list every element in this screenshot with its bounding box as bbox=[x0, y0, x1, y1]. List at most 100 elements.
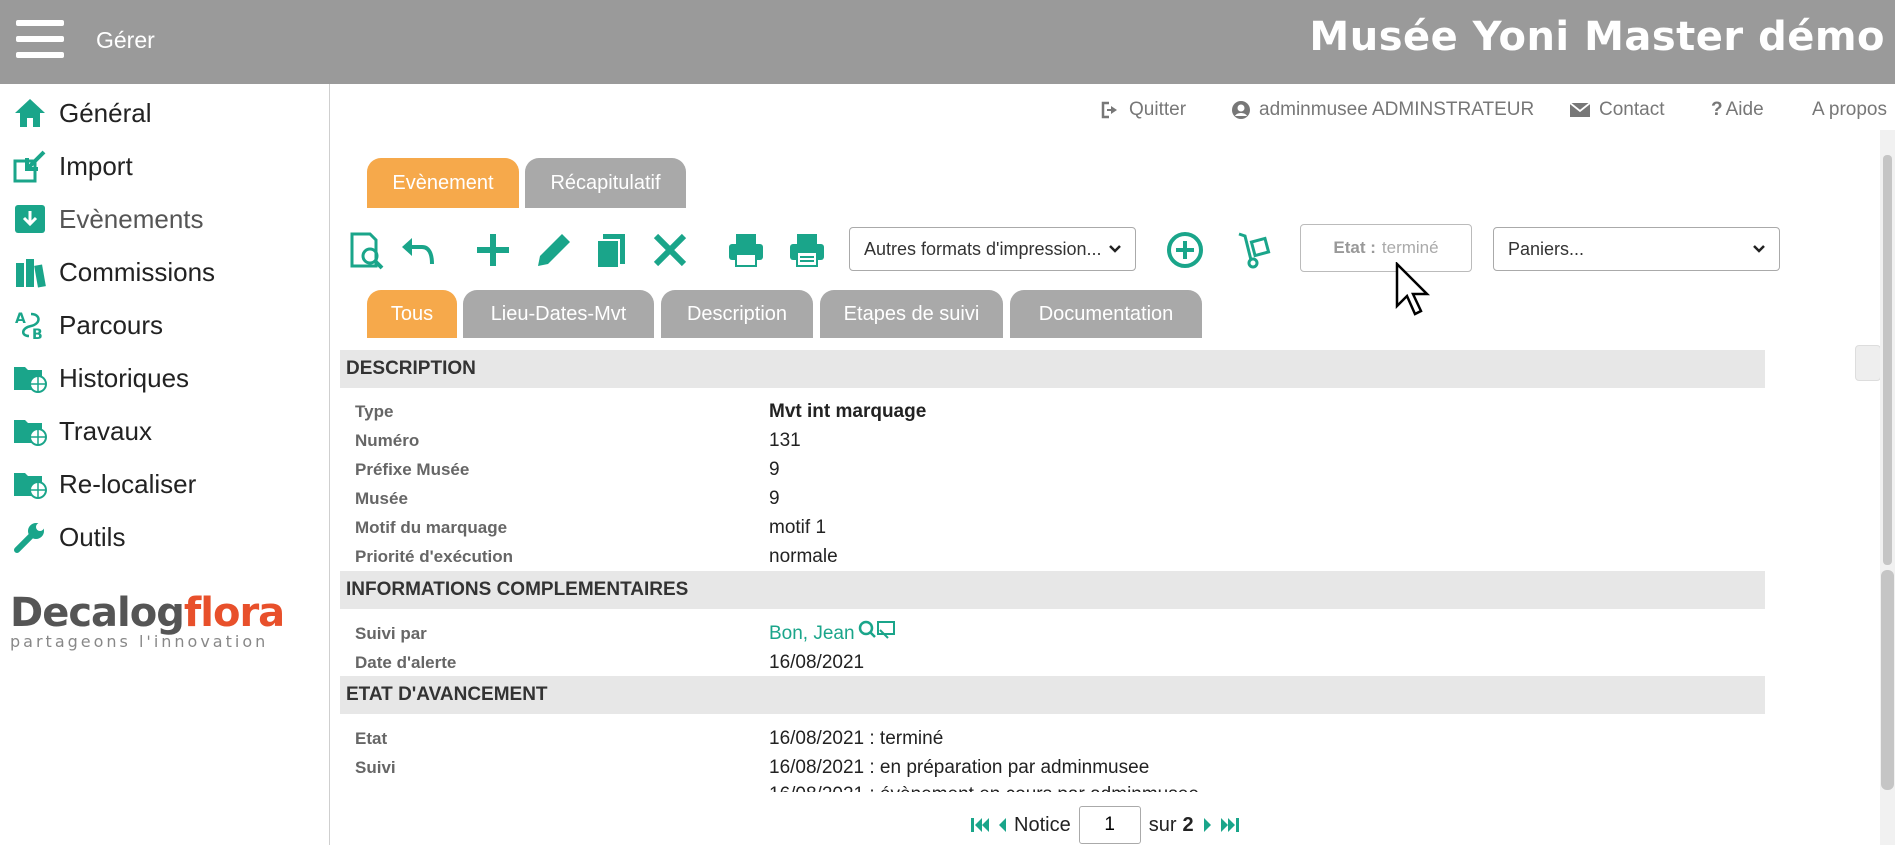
field-value-suivi: 16/08/2021 : en préparation par adminmus… bbox=[769, 757, 1150, 778]
chevron-down-icon bbox=[1753, 245, 1765, 253]
total-pages: 2 bbox=[1182, 813, 1194, 836]
print-formats-select[interactable]: Autres formats d'impression... bbox=[849, 227, 1136, 271]
contact-link[interactable]: Contact bbox=[1569, 97, 1664, 123]
sidebar-item-label: Travaux bbox=[59, 415, 152, 446]
of-label: sur bbox=[1148, 813, 1177, 836]
field-value-suivi-clipped: 16/08/2021 : évènement en cours par admi… bbox=[769, 780, 1199, 792]
user-circle-icon bbox=[1232, 101, 1250, 119]
secondary-scroll-thumb[interactable] bbox=[1881, 570, 1894, 790]
hand-truck-icon[interactable] bbox=[1233, 226, 1277, 274]
top-bar: Gérer Musée Yoni Master démo bbox=[0, 0, 1895, 84]
notice-label: Notice bbox=[1014, 813, 1071, 836]
add-icon[interactable] bbox=[471, 226, 515, 274]
etat-field: Etat : terminé bbox=[1300, 224, 1472, 272]
pagination: Notice sur 2 bbox=[970, 806, 1246, 844]
field-label-motif: Motif du marquage bbox=[355, 518, 508, 537]
sidebar-item-label: Re-localiser bbox=[59, 468, 197, 499]
vertical-scrollbar[interactable] bbox=[1880, 130, 1895, 845]
last-page-icon[interactable] bbox=[1220, 816, 1240, 834]
field-label-etat: Etat bbox=[355, 729, 388, 748]
user-link[interactable]: adminmusee ADMINSTRATEUR bbox=[1231, 97, 1534, 123]
next-page-icon[interactable] bbox=[1202, 816, 1214, 834]
undo-icon[interactable] bbox=[396, 226, 440, 274]
sidebar-item-general[interactable]: Général bbox=[0, 88, 330, 138]
delete-x-icon[interactable] bbox=[648, 226, 692, 274]
tab-evenement[interactable]: Evènement bbox=[367, 158, 519, 208]
print-icon[interactable] bbox=[724, 226, 768, 274]
field-label-type: Type bbox=[355, 402, 394, 421]
sidebar-item-outils[interactable]: Outils bbox=[0, 512, 330, 562]
first-page-icon[interactable] bbox=[970, 816, 990, 834]
section-info-header: INFORMATIONS COMPLEMENTAIRES bbox=[340, 571, 1765, 609]
sign-out-icon bbox=[1101, 101, 1117, 119]
sidebar-item-label: Historiques bbox=[59, 362, 190, 393]
sidebar-item-label: Outils bbox=[59, 521, 126, 552]
paniers-select[interactable]: Paniers... bbox=[1493, 227, 1780, 271]
page-number-input[interactable] bbox=[1078, 806, 1141, 844]
sidebar-item-parcours[interactable]: AB Parcours bbox=[0, 300, 330, 350]
sidebar-item-commissions[interactable]: Commissions bbox=[0, 247, 330, 297]
route-ab-icon: AB bbox=[11, 306, 49, 344]
mouse-cursor-icon bbox=[1395, 260, 1435, 327]
subtab-etapes-de-suivi[interactable]: Etapes de suivi bbox=[820, 290, 1003, 338]
field-label-numero: Numéro bbox=[355, 431, 420, 450]
sidebar-item-label: Parcours bbox=[59, 309, 164, 340]
wrench-icon bbox=[11, 518, 49, 556]
scrollbar-thumb[interactable] bbox=[1883, 155, 1892, 565]
field-label-suivi: Suivi bbox=[355, 758, 396, 777]
prev-page-icon[interactable] bbox=[996, 816, 1008, 834]
add-circle-icon[interactable] bbox=[1163, 226, 1207, 274]
sidebar: Général Import Evènements Commissions AB… bbox=[0, 84, 330, 845]
section-etat-header: ETAT D'AVANCEMENT bbox=[340, 676, 1765, 714]
about-link[interactable]: A propos bbox=[1812, 97, 1887, 123]
folder-globe-icon bbox=[11, 359, 49, 397]
inbox-download-icon bbox=[11, 200, 49, 238]
field-value-numero: 131 bbox=[769, 430, 801, 451]
field-value-motif: motif 1 bbox=[769, 517, 827, 538]
subtab-lieu-dates-mvt[interactable]: Lieu-Dates-Mvt bbox=[463, 290, 654, 338]
sidebar-item-label: Général bbox=[59, 97, 152, 128]
subtab-tous[interactable]: Tous bbox=[367, 290, 457, 338]
sidebar-item-travaux[interactable]: Travaux bbox=[0, 406, 330, 456]
print-list-icon[interactable] bbox=[785, 226, 829, 274]
section-description-header: DESCRIPTION bbox=[340, 350, 1765, 388]
hamburger-menu-icon[interactable] bbox=[16, 20, 64, 58]
import-icon bbox=[11, 147, 49, 185]
question-icon: ? bbox=[1711, 99, 1723, 120]
subtab-description[interactable]: Description bbox=[661, 290, 813, 338]
menu-label[interactable]: Gérer bbox=[96, 27, 155, 54]
envelope-icon bbox=[1569, 102, 1591, 117]
field-value-suivi-par-link[interactable]: Bon, Jean bbox=[769, 623, 855, 645]
sidebar-item-label: Import bbox=[59, 150, 133, 181]
search-view-icon[interactable] bbox=[858, 620, 898, 647]
copy-icon[interactable] bbox=[589, 226, 633, 274]
svg-text:B: B bbox=[32, 327, 43, 342]
field-label-prefixe: Préfixe Musée bbox=[355, 460, 470, 479]
edit-pencil-icon[interactable] bbox=[532, 226, 576, 274]
tab-recapitulatif[interactable]: Récapitulatif bbox=[525, 158, 686, 208]
field-value-type: Mvt int marquage bbox=[769, 401, 927, 422]
quit-link[interactable]: Quitter bbox=[1101, 97, 1186, 123]
preview-search-icon[interactable] bbox=[344, 226, 388, 274]
field-label-date-alerte: Date d'alerte bbox=[355, 653, 457, 672]
field-label-suivi-par: Suivi par bbox=[355, 624, 427, 643]
folder-globe-icon bbox=[11, 412, 49, 450]
field-value-prefixe: 9 bbox=[769, 459, 780, 480]
sidebar-item-historiques[interactable]: Historiques bbox=[0, 353, 330, 403]
sidebar-item-label: Commissions bbox=[59, 256, 216, 287]
field-label-musee: Musée bbox=[355, 489, 408, 508]
help-link[interactable]: ? Aide bbox=[1711, 97, 1764, 123]
field-value-musee: 9 bbox=[769, 488, 780, 509]
side-panel-handle[interactable] bbox=[1855, 345, 1881, 381]
field-value-date-alerte: 16/08/2021 bbox=[769, 652, 865, 673]
decalog-flora-logo: Decalogflora partageons l'innovation bbox=[10, 590, 285, 651]
subtab-documentation[interactable]: Documentation bbox=[1010, 290, 1202, 338]
sidebar-item-relocaliser[interactable]: Re-localiser bbox=[0, 459, 330, 509]
books-icon bbox=[11, 253, 49, 291]
sidebar-item-evenements[interactable]: Evènements bbox=[0, 194, 330, 244]
app-title: Musée Yoni Master démo bbox=[1309, 14, 1885, 60]
sidebar-item-import[interactable]: Import bbox=[0, 141, 330, 191]
folder-globe-icon bbox=[11, 465, 49, 503]
field-label-priorite: Priorité d'exécution bbox=[355, 547, 514, 566]
home-icon bbox=[11, 94, 49, 132]
